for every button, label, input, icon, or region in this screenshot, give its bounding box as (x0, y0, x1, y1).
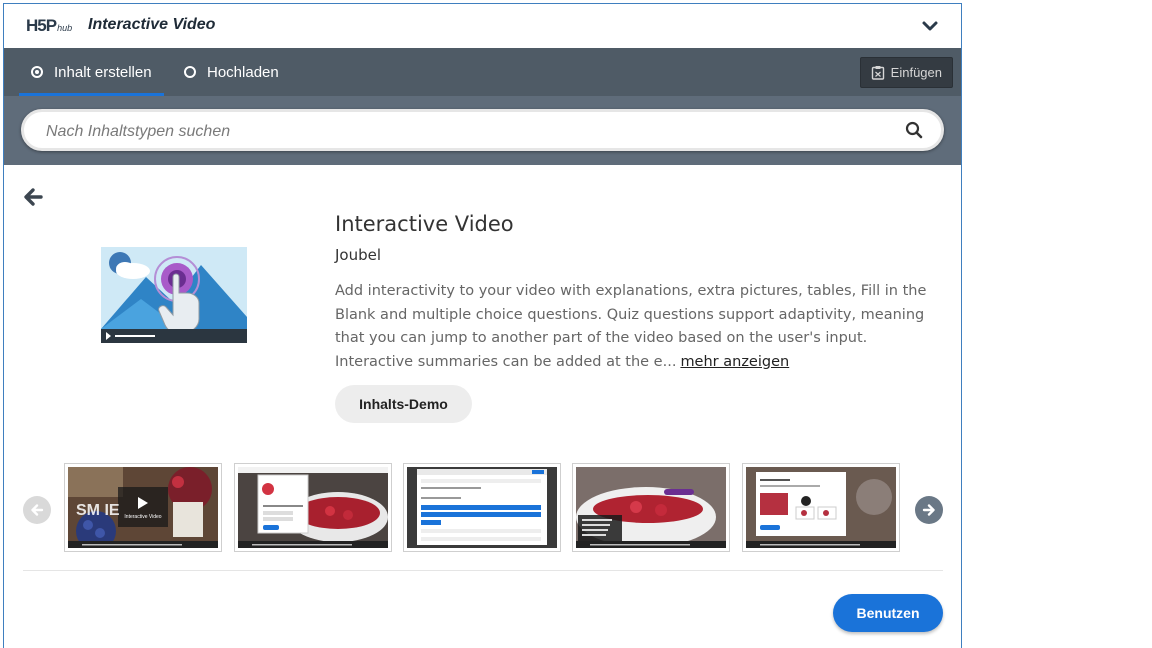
clipboard-icon (871, 66, 884, 80)
selected-content-type-title: Interactive Video (88, 16, 216, 33)
arrow-right-circle-icon[interactable] (915, 496, 943, 524)
use-button[interactable]: Benutzen (833, 594, 943, 632)
content-type-title: Interactive Video (335, 212, 514, 236)
tab-bar: Inhalt erstellen Hochladen Einfügen (4, 48, 961, 96)
content-type-description: Add interactivity to your video with exp… (335, 280, 935, 374)
tab-upload[interactable]: Hochladen (184, 48, 279, 96)
search-input[interactable] (44, 120, 888, 144)
hub-title-bar[interactable]: H5Phub Interactive Video (4, 4, 961, 48)
tab-label: Hochladen (207, 63, 279, 81)
content-type-owner: Joubel (335, 246, 382, 264)
content-type-image (101, 247, 247, 343)
arrow-left-icon[interactable] (23, 187, 43, 212)
screenshot-thumbnail[interactable]: Interactive Video SM IE (64, 463, 222, 552)
description-text: Add interactivity to your video with exp… (335, 283, 927, 370)
paste-label: Einfügen (890, 65, 942, 80)
screenshot-thumbnail[interactable] (234, 463, 392, 552)
radio-selected-icon (31, 66, 43, 78)
h5p-hub-logo: H5Phub (26, 16, 73, 35)
h5p-hub: H5Phub Interactive Video Inhalt erstelle… (3, 3, 962, 648)
arrow-left-circle-icon[interactable] (23, 496, 51, 524)
content-demo-button[interactable]: Inhalts-Demo (335, 385, 472, 423)
search-field[interactable] (21, 109, 944, 151)
tab-create-content[interactable]: Inhalt erstellen (19, 48, 164, 96)
tab-label: Inhalt erstellen (54, 63, 152, 81)
thumbnail-overlay-text: SM IE (76, 502, 120, 519)
screenshot-thumbnail[interactable] (572, 463, 730, 552)
screenshot-thumbnail[interactable] (742, 463, 900, 552)
radio-unselected-icon (184, 66, 196, 78)
thumbnail-caption: Interactive Video (124, 514, 161, 520)
search-bar (4, 96, 961, 165)
read-more-link[interactable]: mehr anzeigen (680, 354, 789, 370)
screenshot-thumbnail[interactable] (403, 463, 561, 552)
search-icon[interactable] (905, 121, 923, 139)
divider (23, 570, 943, 571)
paste-button[interactable]: Einfügen (859, 57, 953, 88)
chevron-down-icon[interactable] (919, 15, 941, 37)
